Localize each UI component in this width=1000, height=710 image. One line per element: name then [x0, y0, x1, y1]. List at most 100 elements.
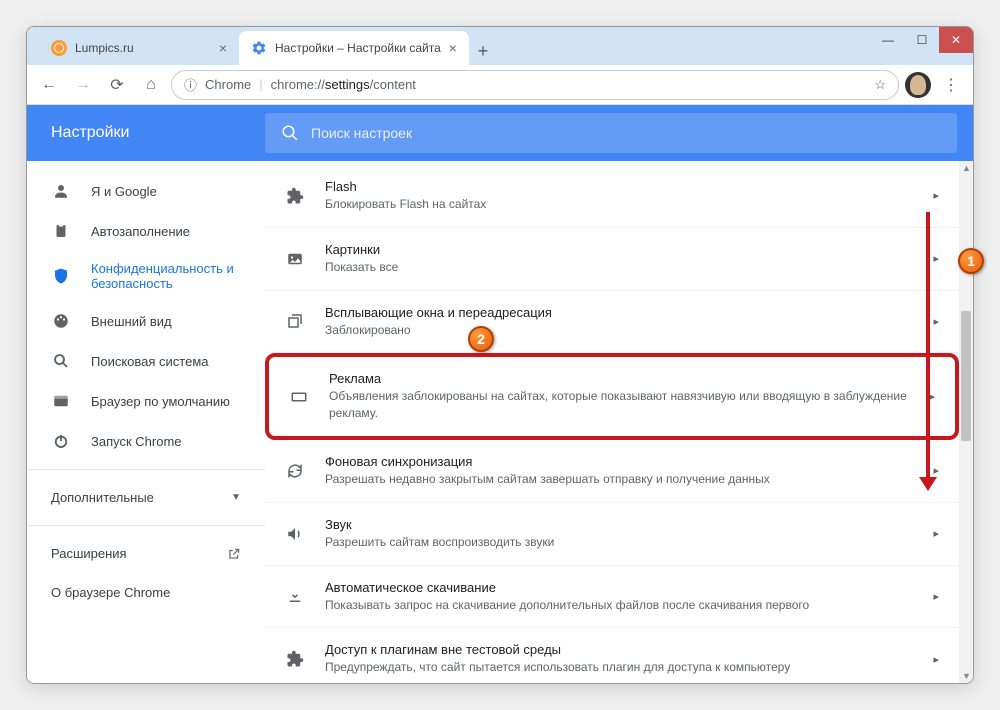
download-icon — [285, 586, 305, 606]
setting-subtitle: Показать все — [325, 259, 913, 276]
tab-title: Lumpics.ru — [75, 41, 134, 55]
person-icon — [51, 181, 71, 201]
annotation-badge-1: 1 — [958, 248, 984, 274]
sidebar-item-you-and-google[interactable]: Я и Google — [27, 171, 265, 211]
browser-window: Lumpics.ru × Настройки – Настройки сайта… — [26, 26, 974, 684]
chevron-right-icon: ▸ — [929, 390, 935, 403]
setting-popups[interactable]: Всплывающие окна и переадресация Заблокир… — [265, 291, 959, 354]
scroll-up-icon[interactable]: ▲ — [962, 163, 971, 173]
setting-subtitle: Объявления заблокированы на сайтах, кото… — [329, 388, 909, 422]
palette-icon — [51, 311, 71, 331]
setting-background-sync[interactable]: Фоновая синхронизация Разрешать недавно з… — [265, 440, 959, 503]
sidebar-item-privacy[interactable]: Конфиденциальность и безопасность — [27, 251, 265, 301]
close-tab-icon[interactable]: × — [219, 40, 227, 56]
tab-lumpics[interactable]: Lumpics.ru × — [39, 31, 239, 65]
minimize-button[interactable]: — — [871, 27, 905, 53]
setting-title: Реклама — [329, 371, 909, 386]
sidebar-item-label: Дополнительные — [51, 490, 154, 505]
ads-icon — [289, 387, 309, 407]
bookmark-star-icon[interactable]: ☆ — [874, 77, 886, 93]
external-link-icon — [227, 547, 241, 561]
toolbar: ← → ⟳ ⌂ ⓘ Chrome | chrome://settings/con… — [27, 65, 973, 105]
sidebar-item-autofill[interactable]: Автозаполнение — [27, 211, 265, 251]
home-button[interactable]: ⌂ — [137, 71, 165, 99]
chevron-down-icon: ▼ — [231, 492, 241, 503]
new-tab-button[interactable]: + — [469, 37, 497, 65]
search-icon — [51, 351, 71, 371]
setting-unsandboxed-plugins[interactable]: Доступ к плагинам вне тестовой среды Пред… — [265, 628, 959, 683]
settings-header: Настройки — [27, 105, 973, 161]
chevron-right-icon: ▸ — [933, 315, 939, 328]
main-menu-button[interactable]: ⋮ — [937, 71, 965, 99]
sidebar-item-on-startup[interactable]: Запуск Chrome — [27, 421, 265, 461]
annotation-arrow — [926, 212, 930, 488]
chrome-label: Chrome — [205, 77, 251, 92]
close-tab-icon[interactable]: × — [449, 40, 457, 56]
setting-title: Автоматическое скачивание — [325, 580, 913, 595]
forward-button[interactable]: → — [69, 71, 97, 99]
close-window-button[interactable]: ✕ — [939, 27, 973, 53]
site-info-icon[interactable]: ⓘ — [184, 75, 197, 94]
back-button[interactable]: ← — [35, 71, 63, 99]
setting-ads[interactable]: Реклама Объявления заблокированы на сайта… — [265, 353, 959, 440]
search-input[interactable] — [311, 125, 941, 141]
sidebar-item-label: Запуск Chrome — [91, 434, 182, 449]
sidebar-item-label: Я и Google — [91, 184, 157, 199]
sound-icon — [285, 524, 305, 544]
annotation-badge-2: 2 — [468, 326, 494, 352]
search-icon — [281, 124, 299, 142]
sidebar-item-label: О браузере Chrome — [51, 585, 170, 600]
browser-icon — [51, 391, 71, 411]
chevron-right-icon: ▸ — [933, 590, 939, 603]
shield-icon — [51, 266, 71, 286]
sidebar-advanced-toggle[interactable]: Дополнительные ▼ — [27, 478, 265, 517]
settings-sidebar: Я и Google Автозаполнение Конфиденциальн… — [27, 161, 265, 683]
sidebar-item-label: Автозаполнение — [91, 224, 190, 239]
address-bar[interactable]: ⓘ Chrome | chrome://settings/content ☆ — [171, 70, 899, 100]
setting-title: Доступ к плагинам вне тестовой среды — [325, 642, 913, 657]
reload-button[interactable]: ⟳ — [103, 71, 131, 99]
setting-subtitle: Разрешить сайтам воспроизводить звуки — [325, 534, 913, 551]
tab-settings[interactable]: Настройки – Настройки сайта × — [239, 31, 469, 65]
scrollbar-thumb[interactable] — [961, 311, 971, 441]
setting-subtitle: Заблокировано — [325, 322, 913, 339]
sidebar-item-label: Расширения — [51, 546, 127, 561]
sidebar-about-link[interactable]: О браузере Chrome — [27, 573, 265, 612]
maximize-button[interactable]: ☐ — [905, 27, 939, 53]
setting-sound[interactable]: Звук Разрешить сайтам воспроизводить звук… — [265, 503, 959, 566]
sidebar-item-label: Браузер по умолчанию — [91, 394, 230, 409]
puzzle-icon — [285, 649, 305, 669]
sidebar-item-default-browser[interactable]: Браузер по умолчанию — [27, 381, 265, 421]
setting-auto-downloads[interactable]: Автоматическое скачиваниеПоказывать запр… — [265, 566, 959, 629]
tab-strip: Lumpics.ru × Настройки – Настройки сайта… — [27, 27, 871, 65]
setting-title: Всплывающие окна и переадресация — [325, 305, 913, 320]
sidebar-item-label: Конфиденциальность и безопасность — [91, 261, 241, 291]
sidebar-extensions-link[interactable]: Расширения — [27, 534, 265, 573]
power-icon — [51, 431, 71, 451]
sidebar-item-appearance[interactable]: Внешний вид — [27, 301, 265, 341]
setting-subtitle: Блокировать Flash на сайтах — [325, 196, 913, 213]
chevron-right-icon: ▸ — [933, 527, 939, 540]
scrollbar-track[interactable]: ▲ ▼ — [959, 161, 973, 683]
setting-flash[interactable]: FlashБлокировать Flash на сайтах ▸ — [265, 165, 959, 228]
settings-content: Flash Блокировать Flash на сайтах ▸ Карти… — [265, 161, 959, 683]
tab-title: Настройки – Настройки сайта — [275, 41, 441, 55]
settings-search[interactable] — [265, 113, 957, 153]
setting-title: Звук — [325, 517, 913, 532]
chevron-right-icon: ▸ — [933, 653, 939, 666]
setting-subtitle: Разрешать недавно закрытым сайтам заверш… — [325, 471, 913, 488]
divider — [27, 469, 265, 470]
gear-favicon-icon — [251, 40, 267, 56]
sidebar-item-search-engine[interactable]: Поисковая система — [27, 341, 265, 381]
setting-title: Фоновая синхронизация — [325, 454, 913, 469]
popup-icon — [285, 311, 305, 331]
setting-subtitle: Предупреждать, что сайт пытается использ… — [325, 659, 913, 676]
setting-images[interactable]: КартинкиПоказать все ▸ — [265, 228, 959, 291]
setting-title: Flash — [325, 179, 913, 194]
lumpics-favicon-icon — [51, 40, 67, 56]
sync-icon — [285, 461, 305, 481]
puzzle-icon — [285, 186, 305, 206]
scroll-down-icon[interactable]: ▼ — [962, 671, 971, 681]
image-icon — [285, 249, 305, 269]
profile-avatar[interactable] — [905, 72, 931, 98]
